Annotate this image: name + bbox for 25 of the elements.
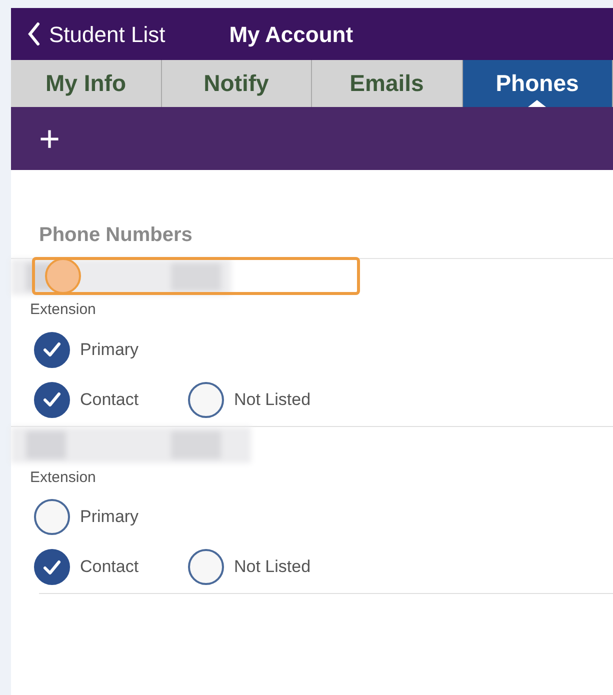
option-label: Primary: [80, 338, 139, 361]
tab[interactable]: Emails: [312, 60, 462, 107]
checkbox[interactable]: [188, 382, 224, 418]
screen-title: My Account: [229, 20, 354, 49]
tab[interactable]: My Info: [11, 60, 162, 107]
option-label: Contact: [80, 388, 139, 411]
option-label: Contact: [80, 556, 139, 578]
checked-checkbox[interactable]: [34, 332, 70, 368]
checkmark-icon: [43, 392, 61, 407]
chevron-left-icon: [27, 22, 41, 46]
extension-label: Extension: [29, 300, 97, 320]
checked-checkbox[interactable]: [34, 382, 70, 418]
option-label: Primary: [80, 506, 139, 528]
checked-checkbox[interactable]: [34, 549, 70, 585]
back-button[interactable]: Student List: [27, 18, 166, 50]
checkmark-icon: [43, 560, 61, 574]
checkmark-icon: [43, 342, 61, 357]
checkbox[interactable]: [188, 549, 224, 585]
tab[interactable]: Notify: [162, 60, 312, 107]
extension-label: Extension: [29, 468, 97, 488]
add-button[interactable]: +: [39, 120, 60, 156]
option-label: Not Listed: [234, 556, 311, 578]
checkbox[interactable]: [34, 499, 70, 535]
tab[interactable]: Phones: [462, 60, 613, 107]
option-label: Not Listed: [234, 388, 311, 411]
